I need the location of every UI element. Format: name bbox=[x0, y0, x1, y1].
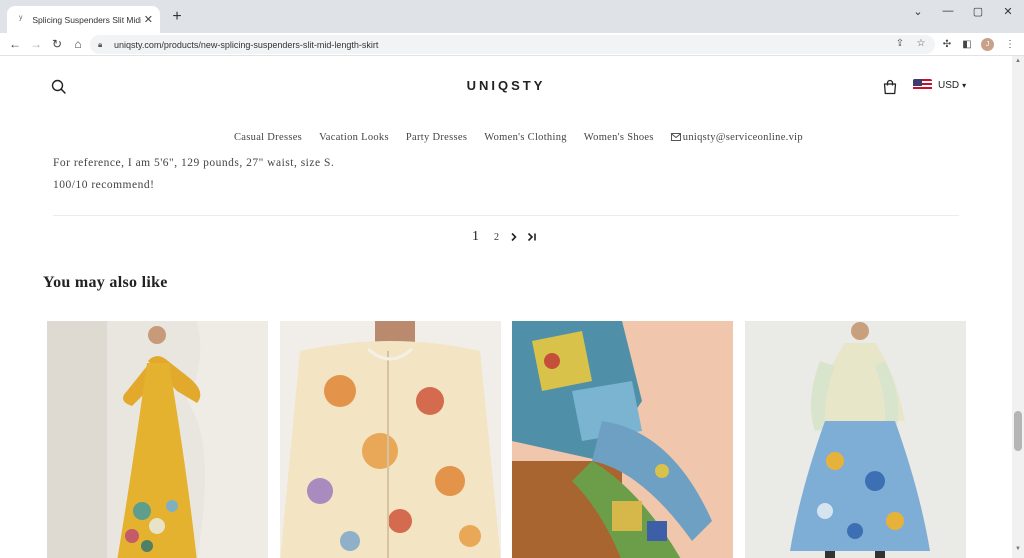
product-image bbox=[512, 321, 733, 558]
currency-label: USD bbox=[938, 79, 960, 91]
main-nav: Casual Dresses Vacation Looks Party Dres… bbox=[234, 129, 803, 145]
url-text: uniqsty.com/products/new-splicing-suspen… bbox=[114, 39, 379, 50]
browser-tab[interactable]: ʸ Splicing Suspenders Slit Midi Dre ✕ bbox=[7, 6, 160, 33]
brand-logo[interactable]: UNIQSTY bbox=[420, 78, 592, 93]
forward-icon[interactable]: → bbox=[28, 36, 44, 52]
product-card[interactable] bbox=[280, 321, 501, 558]
email-text: uniqsty@serviceonline.vip bbox=[682, 131, 803, 143]
nav-email-link[interactable]: uniqsty@serviceonline.vip bbox=[670, 131, 803, 143]
bookmark-star-icon[interactable]: ☆ bbox=[914, 36, 928, 50]
currency-selector[interactable]: USD ▾ bbox=[913, 78, 966, 92]
nav-party-dresses[interactable]: Party Dresses bbox=[406, 132, 467, 143]
cart-icon[interactable] bbox=[881, 78, 899, 96]
scroll-up-icon[interactable]: ▲ bbox=[1014, 58, 1022, 66]
back-icon[interactable]: ← bbox=[7, 36, 23, 52]
browser-tab-bar: ʸ Splicing Suspenders Slit Midi Dre ✕ + … bbox=[0, 0, 1024, 33]
review-text-line: 100/10 recommend! bbox=[53, 179, 155, 191]
review-text-line: For reference, I am 5'6", 129 pounds, 27… bbox=[53, 157, 335, 169]
page-link[interactable]: 2 bbox=[494, 232, 499, 243]
related-products-title: You may also like bbox=[43, 274, 168, 291]
minimize-icon[interactable]: — bbox=[936, 4, 960, 18]
mail-icon bbox=[670, 133, 681, 141]
maximize-icon[interactable]: ▢ bbox=[966, 4, 990, 18]
us-flag-icon bbox=[913, 79, 932, 91]
nav-vacation-looks[interactable]: Vacation Looks bbox=[319, 132, 389, 143]
share-icon[interactable]: ⇪ bbox=[893, 36, 907, 50]
page-content: UNIQSTY USD ▾ Casual Dresses Vacation Lo… bbox=[0, 56, 1012, 558]
new-tab-icon[interactable]: + bbox=[168, 8, 186, 26]
tab-title: Splicing Suspenders Slit Midi Dre bbox=[32, 14, 141, 25]
product-card[interactable] bbox=[745, 321, 966, 558]
nav-casual-dresses[interactable]: Casual Dresses bbox=[234, 132, 302, 143]
current-page: 1 bbox=[472, 229, 479, 244]
site-favicon-icon: ʸ bbox=[19, 14, 23, 25]
product-image bbox=[280, 321, 501, 558]
scrollbar-thumb[interactable] bbox=[1014, 411, 1022, 451]
next-page-icon[interactable] bbox=[509, 232, 519, 242]
review-pagination: 1 2 bbox=[472, 228, 537, 246]
home-icon[interactable]: ⌂ bbox=[70, 36, 86, 52]
divider bbox=[53, 215, 959, 216]
last-page-icon[interactable] bbox=[527, 232, 537, 242]
product-image bbox=[745, 321, 966, 558]
close-tab-icon[interactable]: ✕ bbox=[143, 14, 154, 26]
address-bar[interactable]: 🔒︎ uniqsty.com/products/new-splicing-sus… bbox=[90, 35, 935, 54]
close-window-icon[interactable]: ✕ bbox=[996, 4, 1020, 18]
reload-icon[interactable]: ↻ bbox=[49, 36, 65, 52]
product-image bbox=[47, 321, 268, 558]
lock-icon: 🔒︎ bbox=[98, 39, 103, 49]
scroll-down-icon[interactable]: ▼ bbox=[1014, 546, 1022, 554]
chevron-down-icon: ▾ bbox=[962, 80, 967, 90]
side-panel-icon[interactable]: ◧ bbox=[960, 37, 974, 51]
nav-womens-shoes[interactable]: Women's Shoes bbox=[584, 132, 654, 143]
extensions-icon[interactable]: ✣ bbox=[940, 37, 954, 51]
tab-search-chevron-icon[interactable]: ⌄ bbox=[906, 4, 930, 18]
page-scrollbar[interactable]: ▲ ▼ bbox=[1012, 56, 1024, 558]
profile-avatar[interactable]: J bbox=[981, 38, 994, 51]
product-card[interactable] bbox=[512, 321, 733, 558]
browser-menu-icon[interactable]: ⋮ bbox=[1003, 37, 1017, 51]
profile-initial: J bbox=[985, 41, 990, 48]
browser-toolbar: ← → ↻ ⌂ 🔒︎ uniqsty.com/products/new-spli… bbox=[0, 33, 1024, 56]
product-card[interactable] bbox=[47, 321, 268, 558]
nav-womens-clothing[interactable]: Women's Clothing bbox=[484, 132, 567, 143]
search-icon[interactable] bbox=[50, 78, 68, 96]
